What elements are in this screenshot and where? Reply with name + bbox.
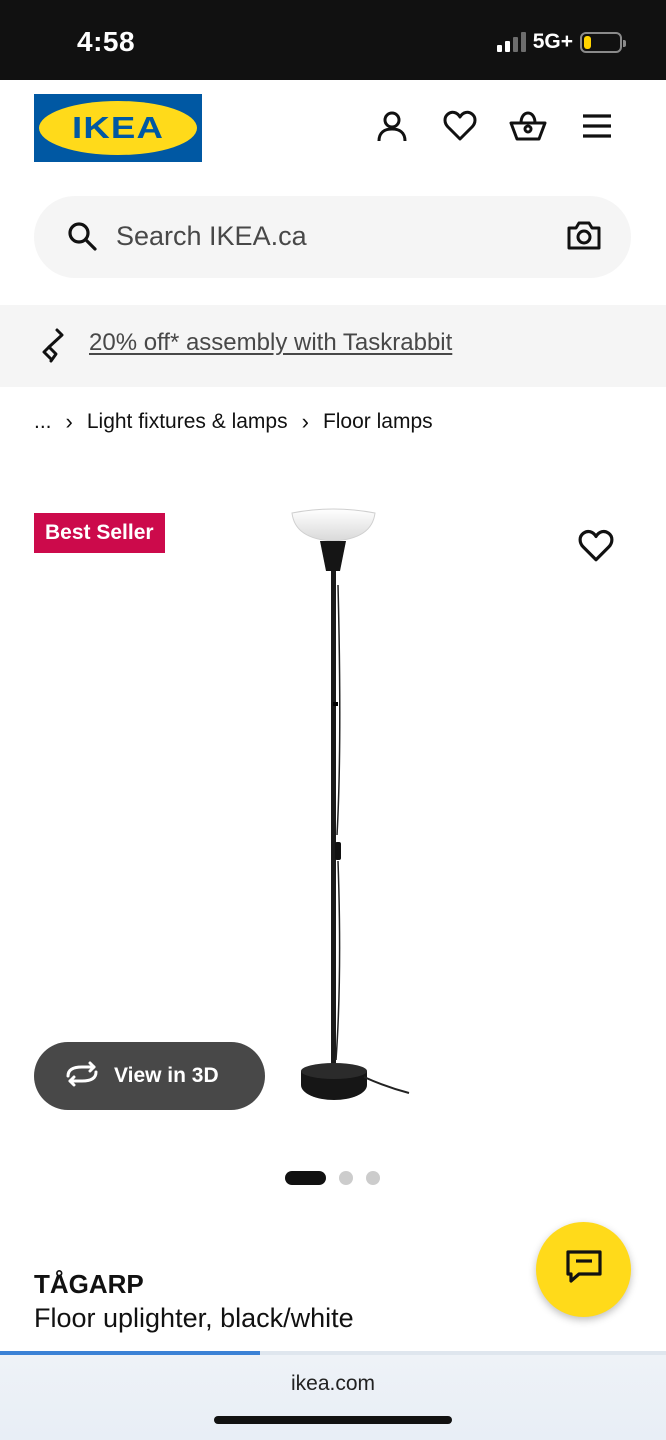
carousel-dot-1[interactable] bbox=[285, 1171, 326, 1185]
logo-oval: IKEA bbox=[39, 101, 197, 155]
home-indicator[interactable] bbox=[214, 1416, 452, 1424]
browser-bottom-bar: ikea.com bbox=[0, 1355, 666, 1440]
image-carousel-dots bbox=[285, 1171, 380, 1185]
battery-icon bbox=[580, 31, 626, 53]
breadcrumb-item-light-fixtures[interactable]: Light fixtures & lamps bbox=[87, 410, 288, 434]
breadcrumb-item-floor-lamps[interactable]: Floor lamps bbox=[323, 410, 433, 434]
menu-icon[interactable] bbox=[577, 106, 617, 146]
promo-banner: 20% off* assembly with Taskrabbit bbox=[0, 305, 666, 387]
url-bar[interactable]: ikea.com bbox=[0, 1372, 666, 1396]
search-icon[interactable] bbox=[66, 220, 98, 257]
chat-icon bbox=[565, 1249, 603, 1290]
rotate-3d-icon bbox=[64, 1061, 100, 1092]
view-in-3d-label: View in 3D bbox=[114, 1064, 219, 1087]
battery-level bbox=[584, 35, 591, 49]
view-in-3d-button[interactable]: View in 3D bbox=[34, 1042, 265, 1110]
best-seller-badge: Best Seller bbox=[34, 513, 165, 553]
chat-button[interactable] bbox=[536, 1222, 631, 1317]
logo-text: IKEA bbox=[71, 110, 165, 145]
search-bar[interactable]: Search IKEA.ca bbox=[34, 196, 631, 278]
product-image-lamp[interactable] bbox=[286, 505, 426, 1110]
site-header: IKEA bbox=[0, 80, 666, 180]
carousel-dot-2[interactable] bbox=[339, 1171, 353, 1185]
status-time: 4:58 bbox=[77, 26, 136, 57]
camera-icon[interactable] bbox=[567, 219, 601, 256]
taskrabbit-promo-link[interactable]: 20% off* assembly with Taskrabbit bbox=[89, 329, 452, 357]
status-indicators: 5G+ bbox=[496, 30, 626, 54]
taskrabbit-icon bbox=[40, 327, 68, 370]
basket-icon[interactable] bbox=[508, 106, 548, 146]
chevron-right-icon: › bbox=[65, 409, 73, 434]
product-favorite-heart-icon[interactable] bbox=[578, 529, 614, 568]
status-bar: 4:58 5G+ bbox=[0, 0, 666, 80]
breadcrumb: ... › Light fixtures & lamps › Floor lam… bbox=[34, 409, 433, 435]
account-icon[interactable] bbox=[372, 106, 412, 146]
ikea-logo[interactable]: IKEA bbox=[34, 94, 202, 162]
signal-icon bbox=[496, 32, 526, 52]
carousel-dot-3[interactable] bbox=[366, 1171, 380, 1185]
search-input[interactable]: Search IKEA.ca bbox=[116, 221, 307, 252]
heart-icon[interactable] bbox=[440, 106, 480, 146]
breadcrumb-item-more[interactable]: ... bbox=[34, 410, 52, 434]
product-description: Floor uplighter, black/white bbox=[34, 1303, 354, 1333]
network-type: 5G+ bbox=[532, 30, 573, 53]
chevron-right-icon: › bbox=[301, 409, 309, 434]
product-name: TÅGARP bbox=[34, 1269, 144, 1299]
